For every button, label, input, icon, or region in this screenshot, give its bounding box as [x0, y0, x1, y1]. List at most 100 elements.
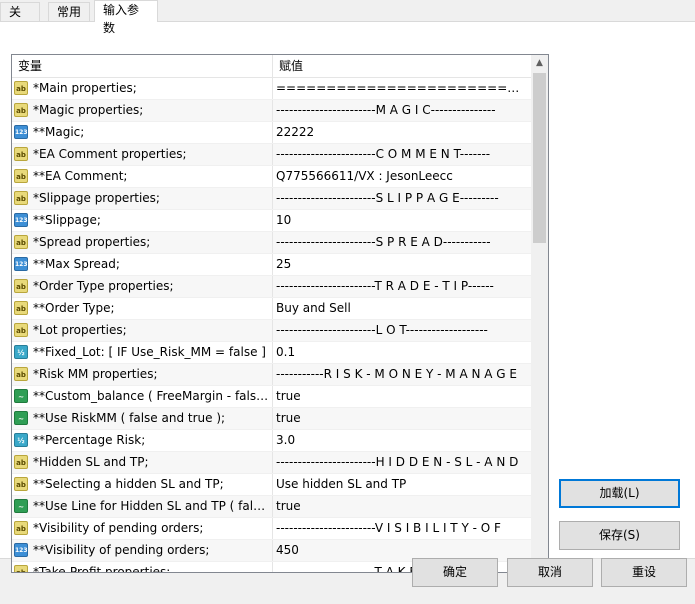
tab-input-params[interactable]: 输入参数 [94, 0, 158, 35]
cell-divider [272, 540, 273, 561]
parameter-name: *Take-Profit properties; [33, 565, 171, 573]
parameter-row[interactable]: ab *Spread properties; -------------------… [12, 232, 532, 254]
save-button[interactable]: 保存(S) [559, 521, 680, 550]
parameter-name: **Slippage; [33, 213, 101, 227]
string-type-icon: ab [14, 81, 28, 95]
parameter-row[interactable]: 123 **Max Spread; 25 [12, 254, 532, 276]
parameter-name: *Risk MM properties; [33, 367, 158, 381]
parameter-row[interactable]: ~ **Use Line for Hidden SL and TP ( false… [12, 496, 532, 518]
parameter-value[interactable]: -----------------------V I S I B I L I T… [276, 518, 528, 539]
double-type-icon: ½ [14, 345, 28, 359]
string-type-icon: ab [14, 147, 28, 161]
cell-divider [272, 166, 273, 187]
boolean-type-icon: ~ [14, 499, 28, 513]
parameter-value[interactable]: true [276, 408, 528, 429]
parameter-value[interactable]: true [276, 496, 528, 517]
parameter-value[interactable]: 22222 [276, 122, 528, 143]
parameter-name: *Magic properties; [33, 103, 144, 117]
parameter-value[interactable]: -----------------------M A G I C--------… [276, 100, 528, 121]
parameter-name: *Visibility of pending orders; [33, 521, 204, 535]
parameter-value[interactable]: -----------------------S P R E A D------… [276, 232, 528, 253]
parameter-value[interactable]: -----------R I S K - M O N E Y - M A N A… [276, 364, 528, 385]
cell-divider [272, 210, 273, 231]
string-type-icon: ab [14, 565, 28, 572]
integer-type-icon: 123 [14, 543, 28, 557]
parameter-name: *Lot properties; [33, 323, 127, 337]
cell-divider [272, 342, 273, 363]
parameter-value[interactable]: 0.1 [276, 342, 528, 363]
parameter-value[interactable]: -----------------------L O T------------… [276, 320, 528, 341]
cell-divider [272, 100, 273, 121]
parameter-row[interactable]: ab *Main properties; =====================… [12, 78, 532, 100]
parameter-row[interactable]: ½ **Fixed_Lot: [ IF Use_Risk_MM = false ]… [12, 342, 532, 364]
string-type-icon: ab [14, 521, 28, 535]
tab-common[interactable]: 常用 [48, 2, 90, 21]
parameter-row[interactable]: ab *EA Comment properties; ---------------… [12, 144, 532, 166]
parameter-value[interactable]: -----------------------C O M M E N T----… [276, 144, 528, 165]
parameter-value[interactable]: 25 [276, 254, 528, 275]
column-header-variable[interactable]: 变量 [12, 55, 272, 77]
parameter-rows: ab *Main properties; =====================… [12, 78, 532, 573]
parameter-name: **Max Spread; [33, 257, 120, 271]
cell-divider [272, 496, 273, 517]
reset-button[interactable]: 重设 [601, 558, 687, 587]
parameter-value[interactable]: -----------------------T R A D E - T I P… [276, 276, 528, 297]
parameter-name: *Slippage properties; [33, 191, 160, 205]
vertical-scrollbar[interactable]: ▲ ▼ [531, 55, 548, 572]
cell-divider [272, 122, 273, 143]
cell-divider [272, 276, 273, 297]
parameter-row[interactable]: ab **Selecting a hidden SL and TP; Use hid… [12, 474, 532, 496]
parameter-row[interactable]: ab *Slippage properties; -----------------… [12, 188, 532, 210]
load-button[interactable]: 加载(L) [559, 479, 680, 508]
parameter-value[interactable]: ============================= [276, 78, 528, 99]
parameter-row[interactable]: ab *Magic properties; --------------------… [12, 100, 532, 122]
parameter-row[interactable]: ab **Order Type; Buy and Sell [12, 298, 532, 320]
parameter-value[interactable]: -----------------------S L I P P A G E--… [276, 188, 528, 209]
cell-divider [272, 78, 273, 99]
parameter-row[interactable]: 123 **Magic; 22222 [12, 122, 532, 144]
parameter-value[interactable]: 10 [276, 210, 528, 231]
parameter-row[interactable]: ab *Risk MM properties; -----------R I S K… [12, 364, 532, 386]
string-type-icon: ab [14, 455, 28, 469]
scroll-up-icon[interactable]: ▲ [531, 55, 548, 72]
parameter-name: **Custom_balance ( FreeMargin - false ..… [33, 389, 270, 403]
cell-divider [272, 430, 273, 451]
parameter-row[interactable]: ab *Hidden SL and TP; --------------------… [12, 452, 532, 474]
parameter-row[interactable]: ab *Visibility of pending orders; --------… [12, 518, 532, 540]
scrollbar-thumb[interactable] [533, 73, 546, 243]
string-type-icon: ab [14, 301, 28, 315]
parameter-row[interactable]: ab *Order Type properties; ---------------… [12, 276, 532, 298]
parameter-row[interactable]: 123 **Slippage; 10 [12, 210, 532, 232]
parameter-value[interactable]: true [276, 386, 528, 407]
parameters-grid: 变量 赋值 ab *Main properties; ===============… [11, 54, 549, 573]
parameter-row[interactable]: ~ **Custom_balance ( FreeMargin - false .… [12, 386, 532, 408]
cell-divider [272, 386, 273, 407]
parameter-value[interactable]: Q775566611/VX : JesonLeecc [276, 166, 528, 187]
cell-divider [272, 364, 273, 385]
parameter-name: **Percentage Risk; [33, 433, 146, 447]
parameter-name: **Visibility of pending orders; [33, 543, 210, 557]
cell-divider [272, 408, 273, 429]
parameter-value[interactable]: 3.0 [276, 430, 528, 451]
parameter-row[interactable]: ~ **Use RiskMM ( false and true ); true [12, 408, 532, 430]
parameter-name: **Use Line for Hidden SL and TP ( false … [33, 499, 270, 513]
parameter-value[interactable]: Use hidden SL and TP [276, 474, 528, 495]
double-type-icon: ½ [14, 433, 28, 447]
string-type-icon: ab [14, 477, 28, 491]
parameter-name: *Spread properties; [33, 235, 151, 249]
column-header-value[interactable]: 赋值 [273, 55, 532, 77]
parameter-name: *EA Comment properties; [33, 147, 187, 161]
cell-divider [272, 298, 273, 319]
parameter-row[interactable]: ab *Lot properties; ----------------------… [12, 320, 532, 342]
boolean-type-icon: ~ [14, 411, 28, 425]
parameter-value[interactable]: Buy and Sell [276, 298, 528, 319]
cancel-button[interactable]: 取消 [507, 558, 593, 587]
cell-divider [272, 144, 273, 165]
tab-about[interactable]: 关于 [0, 2, 40, 37]
parameter-value[interactable]: -----------------------H I D D E N - S L… [276, 452, 528, 473]
parameter-row[interactable]: ab **EA Comment; Q775566611/VX : JesonLeec… [12, 166, 532, 188]
parameter-row[interactable]: ½ **Percentage Risk; 3.0 [12, 430, 532, 452]
string-type-icon: ab [14, 323, 28, 337]
ok-button[interactable]: 确定 [412, 558, 498, 587]
cell-divider [272, 232, 273, 253]
